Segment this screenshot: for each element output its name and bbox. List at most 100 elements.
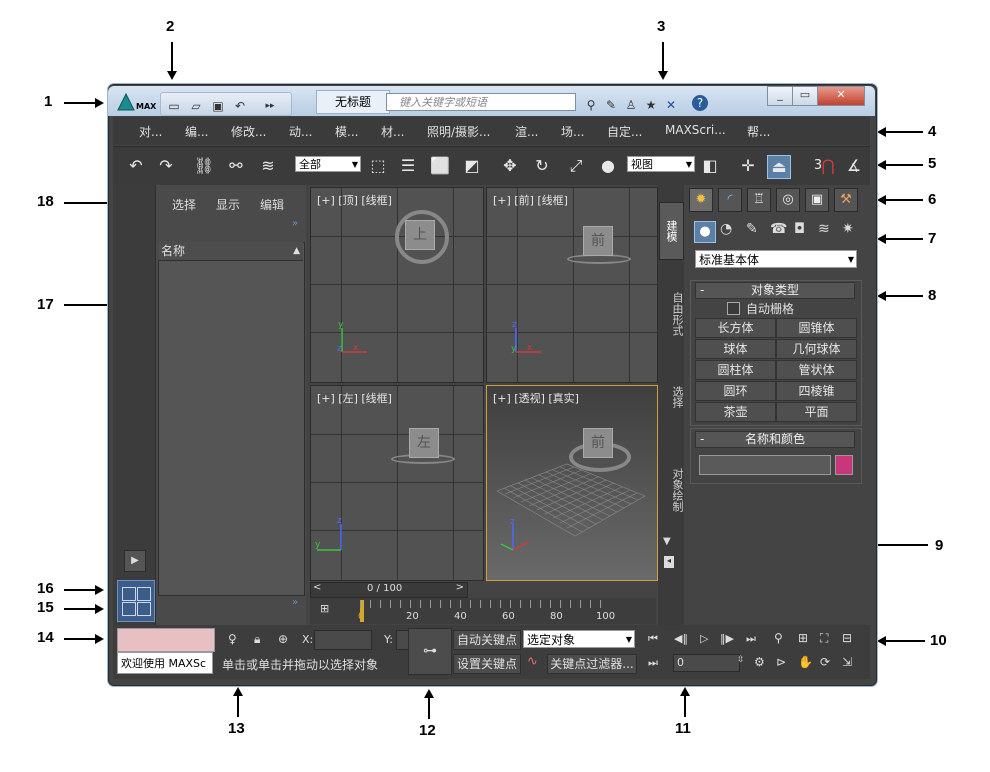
- new-file-icon[interactable]: ▭: [165, 97, 183, 115]
- explorer-column-header[interactable]: 名称 ▲: [158, 242, 303, 261]
- explorer-tab-select[interactable]: 选择: [172, 196, 196, 213]
- viewport-layout-tab[interactable]: [117, 580, 155, 622]
- bind-space-warp-icon[interactable]: ≋: [257, 155, 279, 177]
- maxscript-listener-pink[interactable]: [117, 628, 215, 652]
- prev-frame-icon[interactable]: ◀‖: [674, 632, 688, 645]
- menu-customize[interactable]: 自定...: [607, 123, 642, 140]
- box-button[interactable]: 长方体: [695, 318, 776, 338]
- signin-icon[interactable]: ♙: [622, 96, 640, 114]
- menu-objects[interactable]: 对...: [139, 123, 162, 140]
- select-and-link-icon[interactable]: ⛓: [193, 155, 215, 177]
- menu-materials[interactable]: 材...: [381, 123, 404, 140]
- plane-button[interactable]: 平面: [776, 402, 857, 422]
- selection-filter-dropdown[interactable]: 全部: [295, 156, 361, 173]
- teapot-button[interactable]: 茶壶: [695, 402, 776, 422]
- isolate-selection-icon[interactable]: ♀: [228, 632, 237, 646]
- frame-spinner-icon[interactable]: ⇳: [737, 655, 745, 665]
- viewcube[interactable]: 前: [583, 226, 613, 256]
- select-and-scale-icon[interactable]: ⤢: [565, 155, 587, 177]
- binoculars-icon[interactable]: ⚲: [582, 96, 600, 114]
- expand-arrow-icon[interactable]: ▶: [124, 550, 146, 572]
- menu-maxscript[interactable]: MAXScri...: [665, 123, 726, 137]
- menu-animation[interactable]: 动...: [289, 123, 312, 140]
- window-crossing-icon[interactable]: ◩: [461, 155, 483, 177]
- play-icon[interactable]: ▷: [700, 632, 708, 645]
- zoom-all-icon[interactable]: ⊞: [798, 631, 808, 645]
- snaps-toggle-icon[interactable]: ⋂: [817, 155, 839, 177]
- absolute-mode-icon[interactable]: ⊕: [278, 632, 288, 646]
- set-key-button[interactable]: 设置关键点: [453, 654, 521, 674]
- selected-objects-dropdown[interactable]: 选定对象: [523, 630, 635, 649]
- pan-view-icon[interactable]: ✋: [798, 655, 813, 669]
- unlink-selection-icon[interactable]: ⚯: [225, 155, 247, 177]
- explorer-tab-edit[interactable]: 编辑: [260, 196, 284, 213]
- viewport-left[interactable]: [+] [左] [线框] 左 z y: [310, 385, 484, 581]
- object-type-rollout-header[interactable]: - 对象类型: [695, 282, 855, 299]
- menu-modeling[interactable]: 模...: [335, 123, 358, 140]
- viewport-front-label[interactable]: [+] [前] [线框]: [493, 192, 568, 208]
- helpers-icon[interactable]: ◘: [794, 221, 805, 237]
- space-warps-icon[interactable]: ≋: [818, 221, 830, 237]
- key-mode-toggle-icon[interactable]: ⏭: [648, 656, 658, 670]
- pyramid-button[interactable]: 四棱锥: [776, 381, 857, 401]
- cylinder-button[interactable]: 圆柱体: [695, 360, 776, 380]
- cone-button[interactable]: 圆锥体: [776, 318, 857, 338]
- shapes-icon[interactable]: ◔: [720, 221, 732, 237]
- sphere-button[interactable]: 球体: [695, 339, 776, 359]
- select-by-name-icon[interactable]: ☰: [397, 155, 419, 177]
- geosphere-button[interactable]: 几何球体: [776, 339, 857, 359]
- explorer-more-bottom-icon[interactable]: »: [292, 597, 298, 608]
- restore-button[interactable]: ▭: [792, 86, 818, 106]
- undo-icon[interactable]: ↶: [125, 155, 147, 177]
- ribbon-collapse-icon[interactable]: ▼: [663, 536, 671, 547]
- selection-lock-icon[interactable]: 🔒︎: [254, 632, 260, 647]
- explorer-more-icon[interactable]: »: [292, 218, 298, 229]
- orbit-icon[interactable]: ⟳: [820, 655, 830, 669]
- torus-button[interactable]: 圆环: [695, 381, 776, 401]
- explorer-list[interactable]: [158, 242, 305, 596]
- viewcube[interactable]: 上: [405, 220, 435, 250]
- zoom-extents-icon[interactable]: ⛶: [820, 631, 828, 646]
- field-of-view-icon[interactable]: ⊳: [776, 655, 786, 669]
- redo-icon[interactable]: ↷: [155, 155, 177, 177]
- current-frame-field[interactable]: 0: [673, 654, 740, 672]
- ribbon-tab-modeling[interactable]: 建模: [659, 202, 684, 260]
- auto-key-button[interactable]: 自动关键点: [453, 630, 521, 650]
- ribbon-minimize-icon[interactable]: ◂: [664, 556, 674, 568]
- time-config-icon[interactable]: ⚙: [754, 655, 765, 669]
- key-tangent-icon[interactable]: ∿: [527, 654, 538, 669]
- select-object-icon[interactable]: ⬚: [367, 155, 389, 177]
- goto-end-icon[interactable]: ⏭: [746, 632, 756, 646]
- time-prev-icon[interactable]: <: [313, 582, 321, 593]
- menu-edit[interactable]: 编...: [185, 123, 208, 140]
- maxscript-listener-white[interactable]: 欢迎使用 MAXSc: [117, 652, 213, 674]
- display-tab-icon[interactable]: ▣: [805, 188, 829, 212]
- viewport-left-label[interactable]: [+] [左] [线框]: [317, 390, 392, 406]
- name-color-rollout-header[interactable]: - 名称和颜色: [695, 431, 855, 448]
- cameras-icon[interactable]: ☎: [770, 221, 787, 237]
- close-button[interactable]: ✕: [817, 86, 865, 106]
- x-coordinate-field[interactable]: [314, 630, 372, 650]
- lights-icon[interactable]: ✎: [746, 221, 758, 237]
- wrench-icon[interactable]: ✎: [602, 96, 620, 114]
- undo-icon[interactable]: ↶: [231, 97, 249, 115]
- object-category-dropdown[interactable]: 标准基本体: [695, 250, 857, 269]
- create-tab-icon[interactable]: ✹: [689, 188, 713, 212]
- hierarchy-tab-icon[interactable]: ♖: [747, 188, 771, 212]
- viewcube[interactable]: 左: [409, 428, 439, 458]
- explorer-tab-display[interactable]: 显示: [216, 196, 240, 213]
- place-icon[interactable]: ●: [597, 155, 619, 177]
- goto-start-icon[interactable]: ⏮: [648, 632, 658, 646]
- curve-editor-icon[interactable]: ⊞: [320, 602, 329, 615]
- time-slider[interactable]: < 0 / 100 >: [310, 582, 468, 598]
- menu-rendering[interactable]: 渲...: [515, 123, 538, 140]
- more-tools-icon[interactable]: ▸▸: [261, 97, 279, 115]
- viewport-perspective[interactable]: [+] [透视] [真实] 前 z: [486, 385, 658, 581]
- time-next-icon[interactable]: >: [456, 582, 464, 593]
- exchange-x-icon[interactable]: ✕: [662, 96, 680, 114]
- select-and-move-icon[interactable]: ✥: [499, 155, 521, 177]
- systems-icon[interactable]: ✷: [842, 221, 854, 237]
- help-icon[interactable]: ?: [692, 95, 708, 111]
- menu-modify[interactable]: 修改...: [231, 123, 266, 140]
- viewport-top-label[interactable]: [+] [顶] [线框]: [317, 192, 392, 208]
